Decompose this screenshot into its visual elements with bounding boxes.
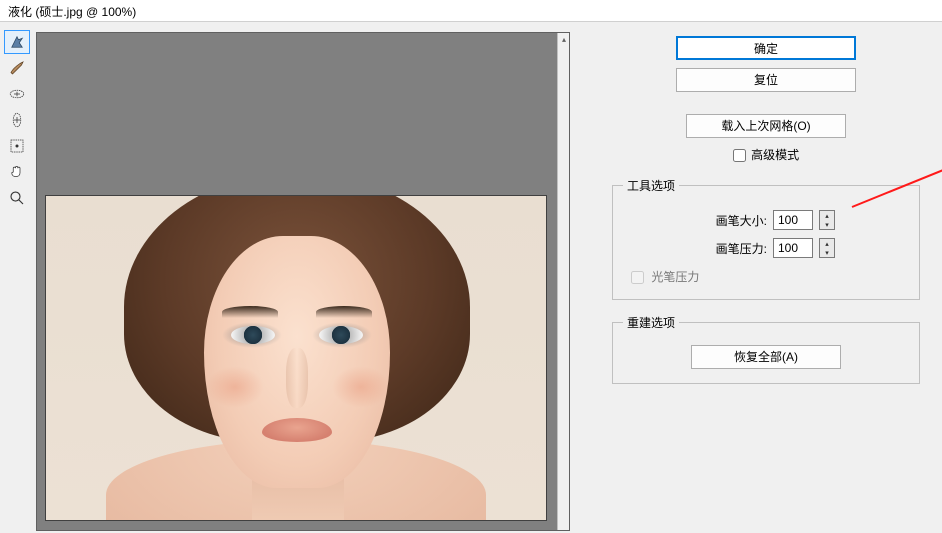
brush-pressure-label: 画笔压力: — [697, 240, 767, 257]
toolbar — [0, 22, 34, 533]
reconstruct-tool[interactable] — [4, 56, 30, 80]
pen-pressure-checkbox — [631, 271, 644, 284]
rebuild-options-legend: 重建选项 — [623, 314, 679, 331]
vertical-scrollbar[interactable]: ▴ — [557, 33, 569, 530]
brush-size-input[interactable] — [773, 210, 813, 230]
reset-button[interactable]: 复位 — [676, 68, 856, 92]
chevron-up-icon[interactable]: ▴ — [820, 211, 834, 220]
ok-button[interactable]: 确定 — [676, 36, 856, 60]
canvas-area[interactable]: ▴ — [36, 32, 570, 531]
chevron-down-icon[interactable]: ▾ — [820, 248, 834, 257]
rebuild-options-group: 重建选项 恢复全部(A) — [612, 314, 920, 384]
brush-size-spinner[interactable]: ▴▾ — [819, 210, 835, 230]
brush-pressure-input[interactable] — [773, 238, 813, 258]
push-left-tool[interactable] — [4, 134, 30, 158]
options-panel: 确定 复位 载入上次网格(O) 高级模式 工具选项 画笔大小: ▴▾ 画笔压力:… — [572, 22, 942, 533]
pen-pressure-label: 光笔压力 — [651, 270, 699, 284]
load-last-mesh-button[interactable]: 载入上次网格(O) — [686, 114, 846, 138]
brush-size-label: 画笔大小: — [697, 212, 767, 229]
bloat-tool[interactable] — [4, 108, 30, 132]
preview-image — [45, 195, 547, 521]
chevron-up-icon[interactable]: ▴ — [820, 239, 834, 248]
window-title: 液化 (硕士.jpg @ 100%) — [0, 0, 942, 22]
restore-all-button[interactable]: 恢复全部(A) — [691, 345, 841, 369]
scroll-up-icon[interactable]: ▴ — [558, 33, 570, 45]
hand-tool[interactable] — [4, 160, 30, 184]
zoom-tool[interactable] — [4, 186, 30, 210]
chevron-down-icon[interactable]: ▾ — [820, 220, 834, 229]
brush-pressure-spinner[interactable]: ▴▾ — [819, 238, 835, 258]
advanced-mode-checkbox[interactable] — [733, 149, 746, 162]
forward-warp-tool[interactable] — [4, 30, 30, 54]
pucker-tool[interactable] — [4, 82, 30, 106]
tool-options-group: 工具选项 画笔大小: ▴▾ 画笔压力: ▴▾ 光笔压力 — [612, 177, 920, 300]
tool-options-legend: 工具选项 — [623, 177, 679, 194]
advanced-mode-label: 高级模式 — [751, 148, 799, 162]
